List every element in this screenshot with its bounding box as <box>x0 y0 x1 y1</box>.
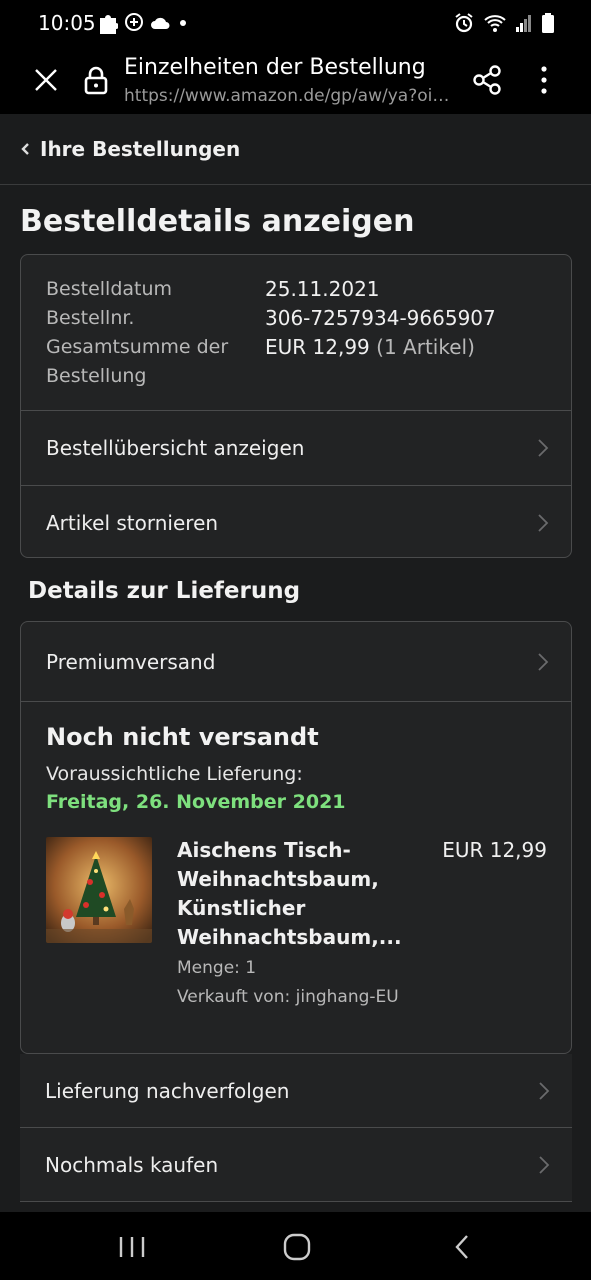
status-notification-icons <box>98 12 188 34</box>
breadcrumb[interactable]: Ihre Bestellungen <box>0 114 591 185</box>
expected-delivery-date: Freitag, 26. November 2021 <box>46 791 346 813</box>
order-total-value: EUR 12,99 (1 Artikel) <box>265 333 475 362</box>
track-delivery-row[interactable]: Lieferung nachverfolgen <box>20 1054 572 1128</box>
share-button[interactable] <box>470 63 504 97</box>
order-total-amount: EUR 12,99 <box>265 335 370 359</box>
order-info: Bestelldatum 25.11.2021 Bestellnr. 306-7… <box>21 255 571 411</box>
page-heading: Bestelldetails anzeigen <box>20 204 415 239</box>
status-time: 10:05 <box>38 11 96 35</box>
shipping-method-label: Premiumversand <box>46 649 216 674</box>
wifi-icon <box>484 15 506 32</box>
buy-again-label: Nochmals kaufen <box>45 1152 219 1177</box>
breadcrumb-label[interactable]: Ihre Bestellungen <box>40 137 240 161</box>
share-icon <box>473 65 501 95</box>
home-button[interactable] <box>282 1232 312 1262</box>
chat-plus-icon <box>125 13 143 31</box>
order-number-value: 306-7257934-9665907 <box>265 306 496 330</box>
product-seller: Verkauft von: jinghang-EU <box>177 987 399 1007</box>
order-item-count: (1 Artikel) <box>376 335 475 359</box>
buy-again-row[interactable]: Nochmals kaufen <box>20 1128 572 1202</box>
shipping-method-row[interactable]: Premiumversand <box>21 622 571 702</box>
status-system-icons <box>453 12 555 34</box>
browser-toolbar: Einzelheiten der Bestellung https://www.… <box>0 48 591 114</box>
chevron-right-icon <box>538 513 549 532</box>
dot-icon <box>180 20 186 26</box>
order-number-label: Bestellnr. <box>46 307 135 329</box>
chevron-right-icon <box>538 652 549 671</box>
track-delivery-label: Lieferung nachverfolgen <box>45 1078 290 1103</box>
order-actions: Lieferung nachverfolgen Nochmals kaufen <box>20 1054 572 1202</box>
product-image[interactable] <box>46 837 152 943</box>
recent-apps-button[interactable] <box>118 1234 146 1260</box>
recent-apps-icon <box>119 1237 145 1257</box>
browser-url[interactable]: https://www.amazon.de/gp/aw/ya?oi… <box>124 86 454 106</box>
order-total-label-line1: Gesamtsumme der <box>46 336 229 358</box>
order-date-label: Bestelldatum <box>46 278 173 300</box>
battery-icon <box>542 13 554 33</box>
view-order-summary-row[interactable]: Bestellübersicht anzeigen <box>21 411 571 485</box>
lock-icon[interactable] <box>82 64 110 96</box>
close-button[interactable] <box>30 64 62 96</box>
chevron-right-icon <box>539 1081 550 1100</box>
product-price: EUR 12,99 <box>442 838 547 862</box>
order-date-value: 25.11.2021 <box>265 277 380 301</box>
chevron-left-icon <box>21 143 29 155</box>
shipment-status: Noch nicht versandt <box>46 723 319 751</box>
back-button[interactable] <box>452 1234 472 1260</box>
cancel-items-row[interactable]: Artikel stornieren <box>21 485 571 557</box>
puzzle-icon <box>100 15 118 34</box>
cancel-items-label: Artikel stornieren <box>46 510 219 535</box>
cloud-icon <box>151 17 170 29</box>
status-bar: 10:05 <box>0 0 591 48</box>
chevron-right-icon <box>538 439 549 457</box>
signal-icon <box>516 15 531 32</box>
product-title[interactable]: Aischens Tisch-Weihnachtsbaum, Künstlich… <box>177 836 427 952</box>
order-total-label-line2: Bestellung <box>46 365 147 387</box>
browser-page-title[interactable]: Einzelheiten der Bestellung <box>124 55 426 80</box>
order-summary-card: Bestelldatum 25.11.2021 Bestellnr. 306-7… <box>20 254 572 558</box>
expected-delivery-label: Voraussichtliche Lieferung: <box>46 763 303 785</box>
close-icon <box>35 69 57 91</box>
delivery-card: Premiumversand Noch nicht versandt Vorau… <box>20 621 572 1054</box>
home-icon <box>283 1233 311 1261</box>
chevron-right-icon <box>539 1155 550 1174</box>
system-navigation-bar <box>0 1212 591 1280</box>
back-icon <box>455 1235 468 1259</box>
alarm-icon <box>455 13 473 33</box>
more-vertical-icon <box>541 66 547 94</box>
delivery-section-heading: Details zur Lieferung <box>28 578 301 604</box>
product-quantity: Menge: 1 <box>177 958 257 978</box>
more-options-button[interactable] <box>530 63 558 97</box>
view-order-summary-label: Bestellübersicht anzeigen <box>46 436 305 460</box>
